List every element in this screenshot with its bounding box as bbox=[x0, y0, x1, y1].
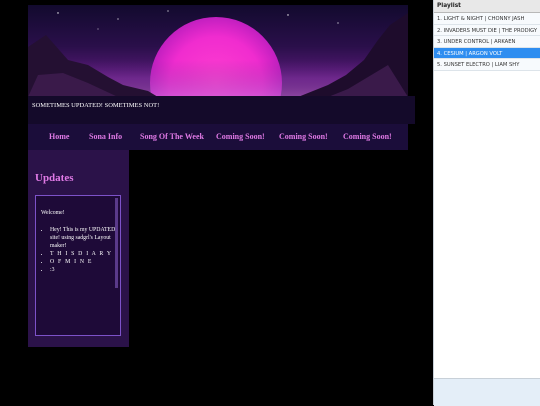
playlist-track[interactable]: 2. INVADERS MUST DIE | THE PRODIGY bbox=[434, 24, 540, 37]
updates-heading: Updates bbox=[35, 172, 74, 184]
updates-list-item: T H I S D I A R Y bbox=[50, 250, 120, 258]
nav-link-coming-soon-2[interactable]: Coming Soon! bbox=[279, 132, 328, 141]
nav-link-coming-soon-1[interactable]: Coming Soon! bbox=[216, 132, 265, 141]
updates-scrollbar[interactable] bbox=[115, 198, 118, 288]
updates-list: Hey! This is my UPDATED site! using sadg… bbox=[36, 226, 120, 274]
updates-scroll-box[interactable]: Welcome! Hey! This is my UPDATED site! u… bbox=[35, 195, 121, 336]
updates-list-item: Hey! This is my UPDATED site! using sadg… bbox=[50, 226, 120, 250]
playlist-header: Playlist bbox=[434, 0, 540, 13]
updates-sidebar: Updates Welcome! Hey! This is my UPDATED… bbox=[28, 150, 129, 347]
playlist-footer bbox=[434, 378, 540, 406]
playlist-track[interactable]: 1. LIGHT & NIGHT | CHONNY JASH bbox=[434, 13, 540, 25]
updates-list-item: O F M I N E bbox=[50, 258, 120, 266]
site-tagline: SOMETIMES UPDATED! SOMETIMES NOT! bbox=[28, 96, 415, 124]
playlist-track-list: 1. LIGHT & NIGHT | CHONNY JASH 2. INVADE… bbox=[434, 13, 540, 378]
nav-link-sona-info[interactable]: Sona Info bbox=[89, 132, 122, 141]
playlist-track[interactable]: 5. SUNSET ELECTRO | LIAM SHY bbox=[434, 59, 540, 71]
nav-link-song-of-the-week[interactable]: Song Of The Week bbox=[140, 132, 204, 141]
playlist-panel: Playlist 1. LIGHT & NIGHT | CHONNY JASH … bbox=[433, 0, 540, 406]
playlist-track-active[interactable]: 4. CESIUM | ARGON VOLT bbox=[434, 47, 540, 60]
nav-link-home[interactable]: Home bbox=[49, 132, 69, 141]
site-navbar: Home Sona Info Song Of The Week Coming S… bbox=[28, 124, 408, 150]
updates-list-item: :3 bbox=[50, 266, 120, 274]
nav-link-coming-soon-3[interactable]: Coming Soon! bbox=[343, 132, 392, 141]
playlist-track[interactable]: 3. UNDER CONTROL | ARKAEN bbox=[434, 36, 540, 48]
updates-welcome-text: Welcome! bbox=[41, 210, 65, 216]
header-banner-image bbox=[28, 5, 408, 97]
